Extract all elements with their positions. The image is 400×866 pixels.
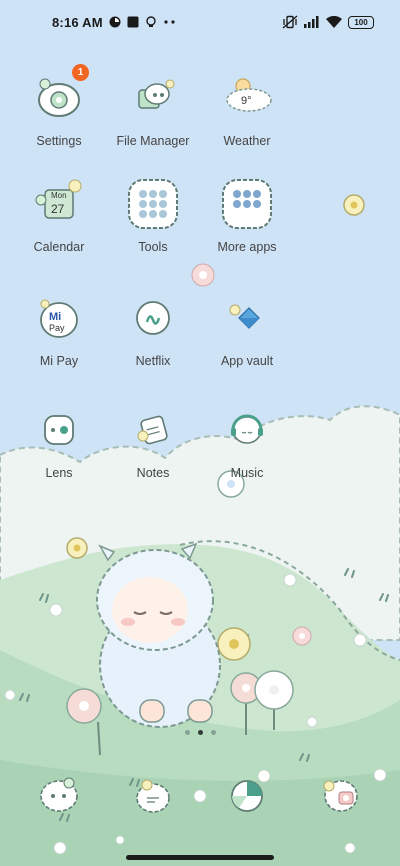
tools-folder-icon <box>125 176 181 232</box>
app-label: Notes <box>136 466 170 480</box>
music-icon <box>219 402 275 458</box>
settings-icon: 1 <box>31 64 89 126</box>
vibrate-icon <box>282 15 298 29</box>
calendar-icon: Mon 27 <box>31 176 87 232</box>
battery-level: 100 <box>354 17 368 27</box>
phone-icon <box>40 777 78 812</box>
app-weather[interactable]: 9° Weather <box>192 70 302 148</box>
app-label: Lens <box>45 466 73 480</box>
more-apps-folder-icon <box>219 176 275 232</box>
page-dot <box>184 730 190 735</box>
page-dot-active <box>197 730 203 735</box>
app-music[interactable]: Music <box>192 402 302 480</box>
app-label: Calendar <box>33 240 85 254</box>
home-indicator-bar[interactable] <box>126 855 274 860</box>
app-more-apps-folder[interactable]: More apps <box>192 176 302 254</box>
lens-icon <box>31 402 87 458</box>
netflix-icon <box>125 290 181 346</box>
battery-icon: 100 <box>348 15 374 29</box>
notification-badge: 1 <box>72 64 89 81</box>
wifi-icon <box>326 16 342 28</box>
app-label: App vault <box>220 354 274 368</box>
svg-text:9°: 9° <box>241 95 252 107</box>
app-app-vault[interactable]: App vault <box>192 290 302 368</box>
dock-phone[interactable] <box>31 768 87 824</box>
status-bar: 8:16 AM 100 <box>0 0 400 44</box>
page-indicator <box>0 730 400 735</box>
app-label: Weather <box>223 134 271 148</box>
app-label: Settings <box>36 134 82 148</box>
svg-text:Mi: Mi <box>49 311 61 323</box>
mi-pay-icon: Mi Pay <box>31 290 87 346</box>
app-label: Music <box>230 466 264 480</box>
more-dots-icon <box>163 19 177 25</box>
dock-camera[interactable] <box>313 768 369 824</box>
app-label: Netflix <box>135 354 171 368</box>
notes-icon <box>125 402 181 458</box>
page-dot <box>210 730 216 735</box>
status-time: 8:16 AM <box>52 14 103 30</box>
browser-icon <box>231 780 263 812</box>
svg-text:Pay: Pay <box>49 323 65 333</box>
file-manager-icon <box>125 70 181 126</box>
weather-icon: 9° <box>219 70 275 126</box>
dock-messages[interactable] <box>125 768 181 824</box>
media-icon <box>109 16 121 28</box>
svg-text:Mon: Mon <box>51 191 67 200</box>
app-label: Tools <box>138 240 168 254</box>
bulb-icon <box>145 16 157 28</box>
svg-text:27: 27 <box>51 202 65 216</box>
camera-icon <box>323 780 358 812</box>
app-label: Mi Pay <box>39 354 79 368</box>
signal-icon <box>304 16 320 28</box>
messages-icon <box>136 779 170 813</box>
app-label: More apps <box>217 240 277 254</box>
app-label: File Manager <box>116 134 190 148</box>
stop-icon <box>127 16 139 28</box>
app-vault-icon <box>219 290 275 346</box>
dock-browser[interactable] <box>219 768 275 824</box>
